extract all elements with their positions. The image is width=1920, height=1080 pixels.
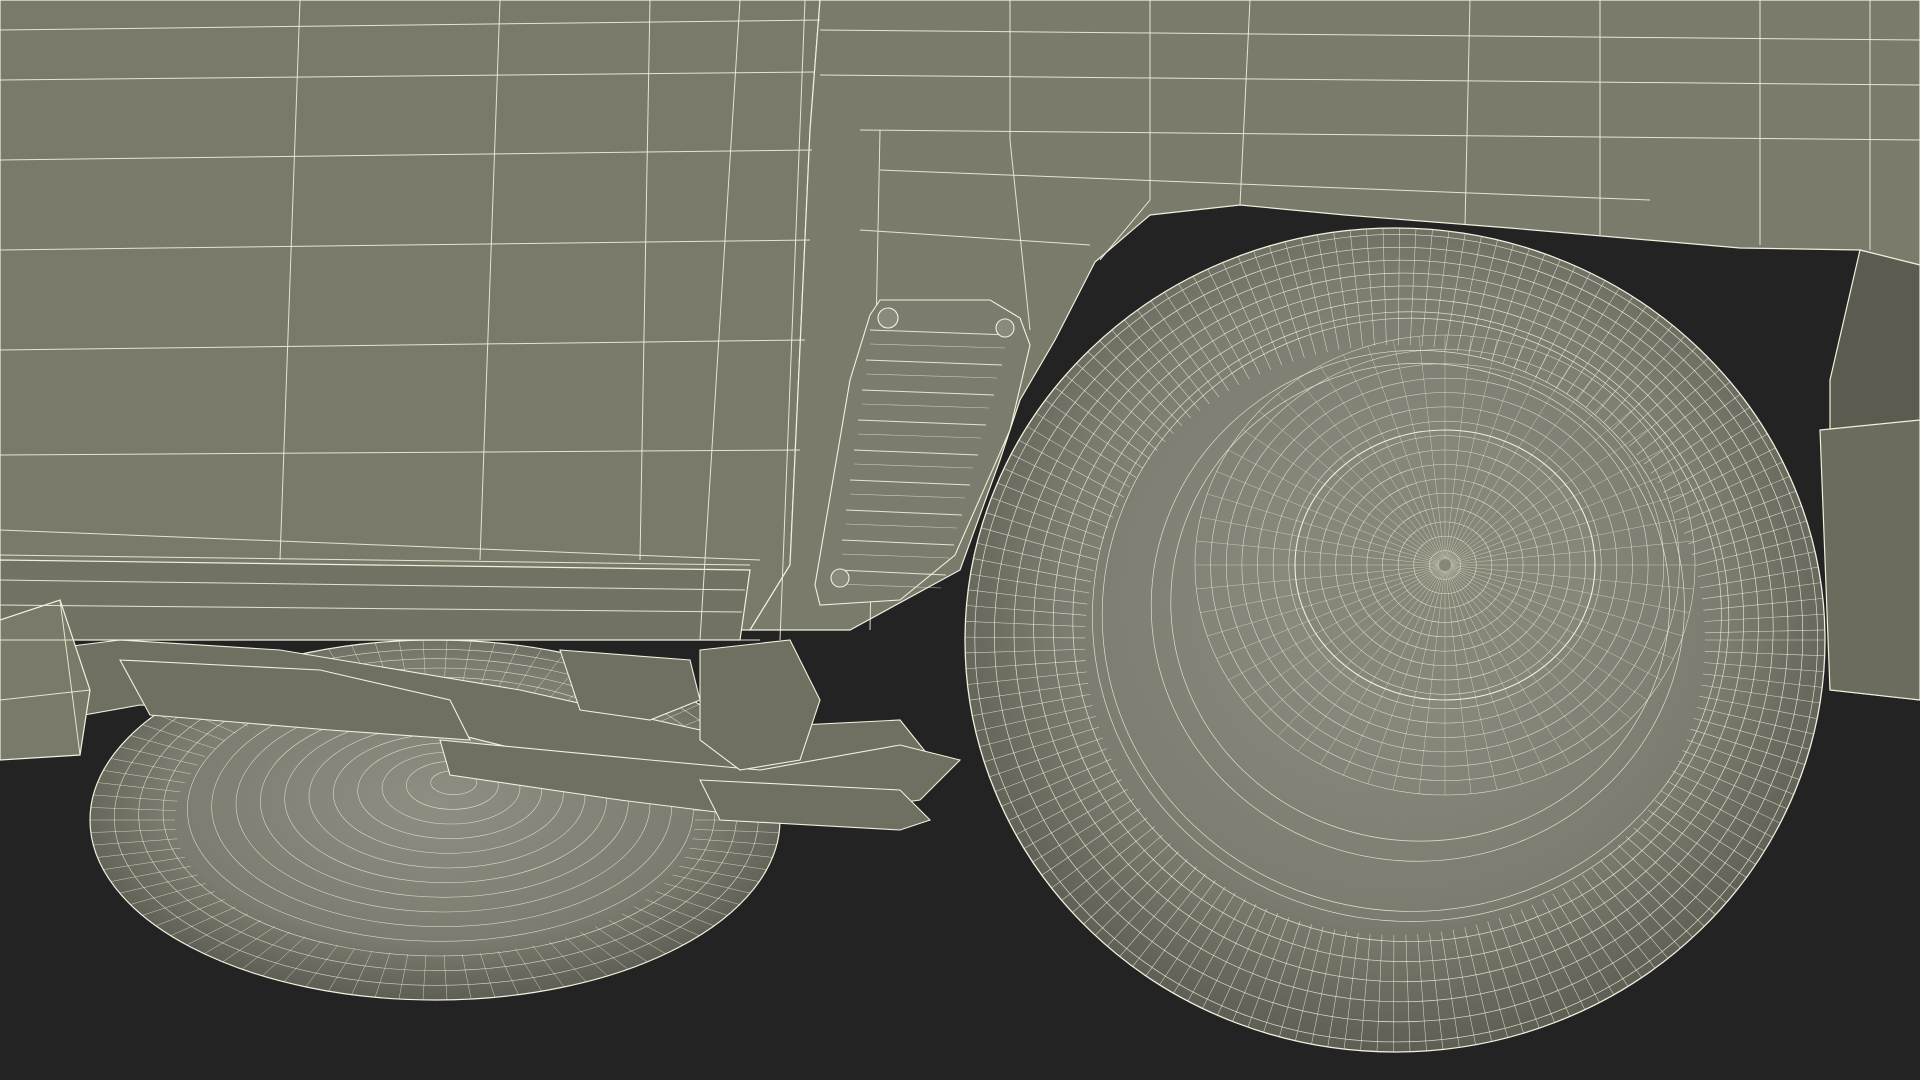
- wireframe-render: [0, 0, 1920, 1080]
- vent-screw-top-left: [877, 307, 899, 329]
- vent-screw-bottom: [830, 568, 850, 588]
- side-panel: [0, 0, 821, 631]
- vent-screw-top-right: [995, 318, 1015, 338]
- front-wheel: [964, 227, 1826, 1053]
- undertray: [1819, 419, 1920, 701]
- sill-panel: [0, 559, 751, 641]
